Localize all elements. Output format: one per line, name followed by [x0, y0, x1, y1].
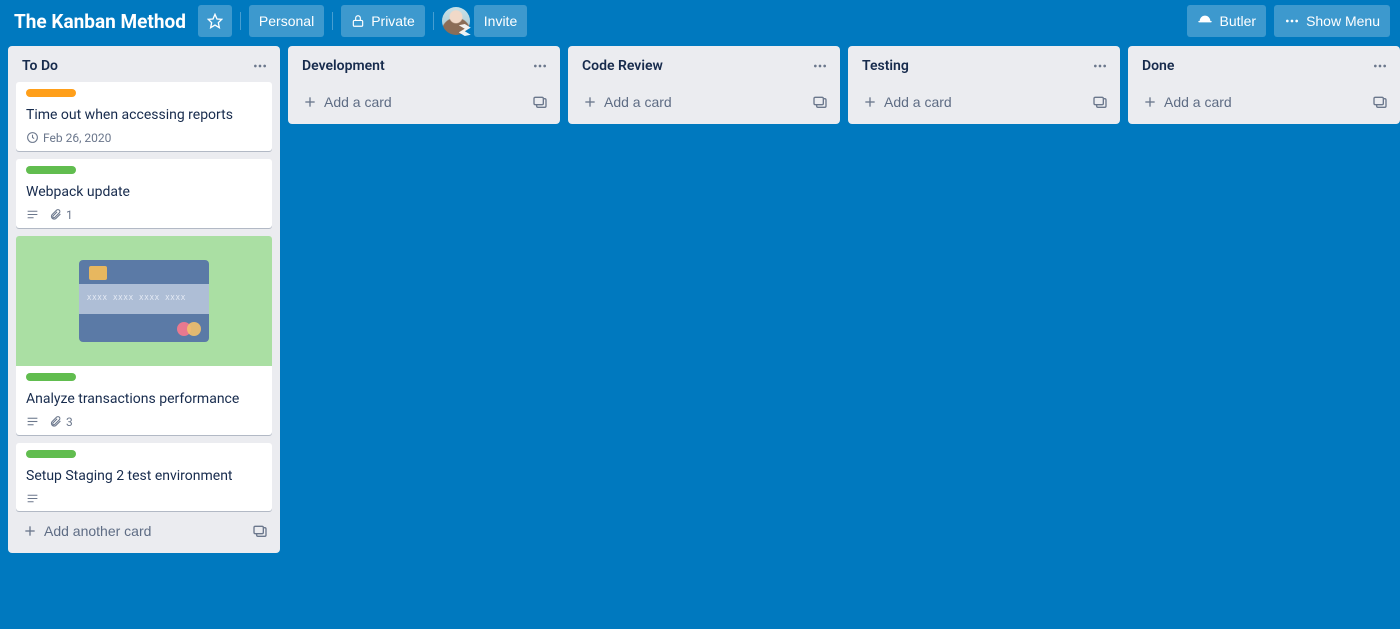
- card-title: Setup Staging 2 test environment: [26, 467, 262, 486]
- card[interactable]: XXXX XXXX XXXX XXXX Analyze transactions…: [16, 236, 272, 435]
- attachments-count: 1: [66, 208, 73, 222]
- card-template-button[interactable]: [248, 517, 272, 545]
- card-label[interactable]: [26, 373, 76, 381]
- add-card-button[interactable]: Add a card: [296, 88, 528, 116]
- add-card-button[interactable]: Add a card: [856, 88, 1088, 116]
- divider: [332, 12, 333, 30]
- list-title[interactable]: Testing: [862, 58, 1088, 74]
- lock-icon: [351, 14, 365, 28]
- attachments-badge: 1: [49, 208, 73, 222]
- card[interactable]: Setup Staging 2 test environment: [16, 443, 272, 511]
- invite-label: Invite: [484, 13, 517, 29]
- ellipsis-icon: [532, 58, 548, 74]
- template-icon: [1372, 94, 1388, 110]
- list-menu-button[interactable]: [1368, 54, 1392, 78]
- list-title[interactable]: Development: [302, 58, 528, 74]
- workspace-button[interactable]: Personal: [249, 5, 324, 37]
- card[interactable]: Webpack update 1: [16, 159, 272, 228]
- plus-icon: [22, 523, 38, 539]
- card-cover: XXXX XXXX XXXX XXXX: [16, 236, 272, 366]
- description-icon: [26, 208, 39, 221]
- template-icon: [1092, 94, 1108, 110]
- description-icon: [26, 492, 39, 505]
- list-menu-button[interactable]: [1088, 54, 1112, 78]
- list-title[interactable]: Code Review: [582, 58, 808, 74]
- divider: [433, 12, 434, 30]
- template-icon: [812, 94, 828, 110]
- add-card-label: Add a card: [324, 94, 392, 110]
- list-title[interactable]: To Do: [22, 58, 248, 74]
- list-menu-button[interactable]: [808, 54, 832, 78]
- show-menu-label: Show Menu: [1306, 13, 1380, 29]
- list-done: Done Add a card: [1128, 46, 1400, 124]
- template-icon: [252, 523, 268, 539]
- ellipsis-icon: [252, 58, 268, 74]
- card-title: Analyze transactions performance: [26, 390, 262, 409]
- ellipsis-icon: [1372, 58, 1388, 74]
- description-badge: [26, 208, 39, 221]
- attachment-icon: [49, 415, 62, 428]
- plus-icon: [582, 94, 598, 110]
- list-menu-button[interactable]: [248, 54, 272, 78]
- add-another-card-label: Add another card: [44, 523, 151, 539]
- add-card-label: Add a card: [1164, 94, 1232, 110]
- star-icon: [207, 13, 223, 29]
- card[interactable]: Time out when accessing reports Feb 26, …: [16, 82, 272, 151]
- card-title: Time out when accessing reports: [26, 106, 262, 125]
- visibility-button[interactable]: Private: [341, 5, 425, 37]
- list-development: Development Add a card: [288, 46, 560, 124]
- due-date-text: Feb 26, 2020: [43, 131, 111, 145]
- star-board-button[interactable]: [198, 5, 232, 37]
- list-to-do: To Do Time out when accessing reports Fe…: [8, 46, 280, 553]
- add-card-label: Add a card: [884, 94, 952, 110]
- due-date-badge: Feb 26, 2020: [26, 131, 111, 145]
- add-another-card-button[interactable]: Add another card: [16, 517, 248, 545]
- list-code-review: Code Review Add a card: [568, 46, 840, 124]
- card-template-button[interactable]: [1088, 88, 1112, 116]
- butler-label: Butler: [1219, 13, 1256, 29]
- card-template-button[interactable]: [808, 88, 832, 116]
- add-card-button[interactable]: Add a card: [1136, 88, 1368, 116]
- description-badge: [26, 492, 39, 505]
- board-title[interactable]: The Kanban Method: [10, 6, 190, 37]
- add-card-button[interactable]: Add a card: [576, 88, 808, 116]
- butler-button[interactable]: Butler: [1187, 5, 1266, 37]
- credit-card-illustration: XXXX XXXX XXXX XXXX: [79, 260, 209, 342]
- invite-button[interactable]: Invite: [474, 5, 527, 37]
- butler-icon: [1197, 14, 1213, 28]
- attachment-icon: [49, 208, 62, 221]
- clock-icon: [26, 131, 39, 144]
- ellipsis-icon: [812, 58, 828, 74]
- show-menu-button[interactable]: Show Menu: [1274, 5, 1390, 37]
- plus-icon: [302, 94, 318, 110]
- visibility-label: Private: [371, 13, 415, 29]
- board-canvas[interactable]: To Do Time out when accessing reports Fe…: [0, 42, 1400, 629]
- plus-icon: [862, 94, 878, 110]
- template-icon: [532, 94, 548, 110]
- avatar[interactable]: [442, 7, 470, 35]
- workspace-label: Personal: [259, 13, 314, 29]
- card-label[interactable]: [26, 450, 76, 458]
- attachments-badge: 3: [49, 415, 73, 429]
- add-card-label: Add a card: [604, 94, 672, 110]
- plus-icon: [1142, 94, 1158, 110]
- card-template-button[interactable]: [1368, 88, 1392, 116]
- list-testing: Testing Add a card: [848, 46, 1120, 124]
- board-header: The Kanban Method Personal Private Invit…: [0, 0, 1400, 42]
- ellipsis-icon: [1284, 13, 1300, 29]
- attachments-count: 3: [66, 415, 73, 429]
- card-label[interactable]: [26, 89, 76, 97]
- list-menu-button[interactable]: [528, 54, 552, 78]
- card-title: Webpack update: [26, 183, 262, 202]
- list-title[interactable]: Done: [1142, 58, 1368, 74]
- ellipsis-icon: [1092, 58, 1108, 74]
- divider: [240, 12, 241, 30]
- description-icon: [26, 415, 39, 428]
- description-badge: [26, 415, 39, 428]
- card-template-button[interactable]: [528, 88, 552, 116]
- card-label[interactable]: [26, 166, 76, 174]
- card-list: Time out when accessing reports Feb 26, …: [8, 82, 280, 511]
